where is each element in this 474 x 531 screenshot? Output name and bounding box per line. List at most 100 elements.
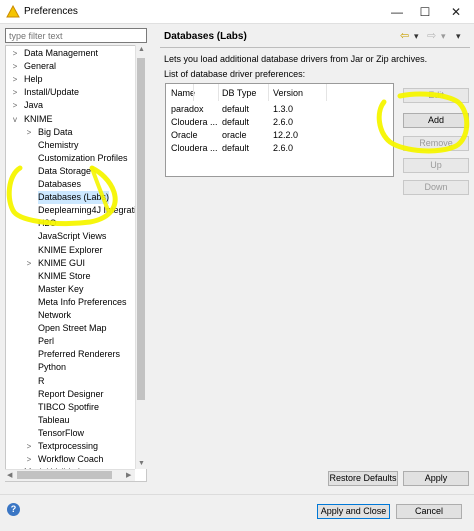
chevron-right-icon[interactable]: > <box>10 48 20 60</box>
tree-item-label: JavaScript Views <box>38 231 107 242</box>
tree-item[interactable]: Open Street Map <box>38 322 107 335</box>
tree-item[interactable]: Databases <box>38 178 81 191</box>
table-cell[interactable]: oracle <box>222 130 268 140</box>
chevron-down-icon[interactable]: v <box>10 114 20 126</box>
tree-item[interactable]: Databases (Labs) <box>38 191 110 205</box>
tree-item[interactable]: Chemistry <box>38 139 79 152</box>
tree-hscroll-thumb[interactable] <box>17 471 112 479</box>
knime-app-icon <box>6 5 20 18</box>
tree-item[interactable]: Master Key <box>38 283 84 296</box>
tree-item[interactable]: KNIME Store <box>38 270 91 283</box>
edit-button[interactable]: Edit <box>403 88 469 103</box>
filter-input[interactable] <box>5 28 147 43</box>
tree-item[interactable]: Perl <box>38 335 54 348</box>
tree-item[interactable]: Deeplearning4J Integratio <box>38 204 141 217</box>
tree-item[interactable]: Preferred Renderers <box>38 348 120 361</box>
cancel-button[interactable]: Cancel <box>396 504 462 519</box>
chevron-right-icon[interactable]: > <box>24 441 34 453</box>
tree-item[interactable]: Data Storage <box>38 165 91 178</box>
tree-item[interactable]: Tableau <box>38 414 70 427</box>
tree-scroll-thumb[interactable] <box>137 58 145 400</box>
tree-item[interactable]: Install/Update <box>24 86 79 99</box>
tree-item-label: Databases <box>38 179 82 189</box>
tree-item[interactable]: Meta Info Preferences <box>38 296 127 309</box>
table-cell[interactable]: 2.6.0 <box>273 117 323 127</box>
page-title: Databases (Labs) <box>164 31 247 42</box>
forward-menu-icon[interactable]: ▾ <box>441 31 446 42</box>
table-cell[interactable]: paradox <box>171 104 217 114</box>
tree-item[interactable]: R <box>38 375 45 388</box>
chevron-right-icon[interactable]: > <box>24 258 34 270</box>
table-cell[interactable]: default <box>222 117 268 127</box>
column-header-version[interactable]: Version <box>273 88 303 98</box>
tree-item-label: General <box>24 61 57 72</box>
table-cell[interactable]: 12.2.0 <box>273 130 323 140</box>
table-cell[interactable]: 1.3.0 <box>273 104 323 114</box>
tree-item[interactable]: KNIME GUI <box>38 257 85 270</box>
tree-item-label: Install/Update <box>24 87 80 98</box>
scroll-up-arrow-icon[interactable]: ▲ <box>138 46 145 53</box>
tree-item[interactable]: Customization Profiles <box>38 152 128 165</box>
tree-item[interactable]: Textprocessing <box>38 440 98 453</box>
tree-item[interactable]: Big Data <box>38 126 73 139</box>
tree-item[interactable]: KNIME Explorer <box>38 244 103 257</box>
down-button[interactable]: Down <box>403 180 469 195</box>
scroll-down-arrow-icon[interactable]: ▼ <box>138 460 145 467</box>
back-menu-icon[interactable]: ▾ <box>414 31 419 42</box>
tree-item-label: TIBCO Spotfire <box>38 401 100 412</box>
column-header-db-type[interactable]: DB Type <box>222 88 256 98</box>
add-button[interactable]: Add <box>403 113 469 128</box>
tree-item-label: Databases (Labs) <box>38 192 110 203</box>
back-arrow-icon[interactable]: ⇦ <box>400 29 409 42</box>
apply-and-close-button[interactable]: Apply and Close <box>317 504 390 519</box>
view-menu-icon[interactable]: ▾ <box>456 31 461 42</box>
tree-item[interactable]: TensorFlow <box>38 427 84 440</box>
table-cell[interactable]: default <box>222 143 268 153</box>
tree-item[interactable]: General <box>24 60 56 73</box>
tree-item[interactable]: H2O <box>38 217 57 230</box>
chevron-right-icon[interactable]: > <box>10 100 20 112</box>
tree-item[interactable]: Help <box>24 73 43 86</box>
tree-item[interactable]: KNIME <box>24 113 53 126</box>
tree-item[interactable]: Data Management <box>24 47 98 60</box>
tree-item-label: R <box>38 375 45 386</box>
tree-item[interactable]: Python <box>38 361 66 374</box>
tree-item[interactable]: Workflow Coach <box>38 453 103 466</box>
driver-table[interactable]: Name DB Type Version paradox default 1.3.0… <box>165 83 394 177</box>
tree-item[interactable]: Java <box>24 99 43 112</box>
tree-item[interactable]: JavaScript Views <box>38 230 106 243</box>
tree-item-label: Java <box>24 100 44 111</box>
up-button[interactable]: Up <box>403 158 469 173</box>
tree-item[interactable]: Report Designer <box>38 388 104 401</box>
tree-item-label: KNIME GUI <box>38 257 86 268</box>
chevron-right-icon[interactable]: > <box>24 454 34 466</box>
forward-arrow-icon[interactable]: ⇨ <box>427 29 436 42</box>
chevron-right-icon[interactable]: > <box>10 61 20 73</box>
table-cell[interactable]: Cloudera ... <box>171 117 217 127</box>
tree-item-label: KNIME <box>24 113 53 124</box>
restore-defaults-button[interactable]: Restore Defaults <box>328 471 398 486</box>
table-cell[interactable]: default <box>222 104 268 114</box>
apply-button[interactable]: Apply <box>403 471 469 486</box>
remove-button[interactable]: Remove <box>403 136 469 151</box>
tree-item[interactable]: TIBCO Spotfire <box>38 401 99 414</box>
scroll-left-arrow-icon[interactable]: ◀ <box>7 471 12 479</box>
chevron-right-icon[interactable]: > <box>10 74 20 86</box>
tree-item-label: Preferred Renderers <box>38 349 121 360</box>
tree-item[interactable]: Network <box>38 309 71 322</box>
table-cell[interactable]: Cloudera ... <box>171 143 217 153</box>
maximize-button[interactable]: ☐ <box>411 0 439 24</box>
minimize-button[interactable]: — <box>383 0 411 24</box>
column-header-name[interactable]: Name <box>171 88 195 98</box>
table-cell[interactable]: 2.6.0 <box>273 143 323 153</box>
table-cell[interactable]: Oracle <box>171 130 217 140</box>
close-button[interactable]: ✕ <box>442 0 470 24</box>
tree-item-label: Open Street Map <box>38 323 107 334</box>
chevron-right-icon[interactable]: > <box>24 127 34 139</box>
chevron-right-icon[interactable]: > <box>10 87 20 99</box>
tree-item-label: Big Data <box>38 126 73 137</box>
footer-separator <box>0 494 474 495</box>
scroll-right-arrow-icon[interactable]: ▶ <box>126 471 131 479</box>
help-icon[interactable]: ? <box>7 503 20 516</box>
tree-item-label: Data Storage <box>38 165 92 176</box>
